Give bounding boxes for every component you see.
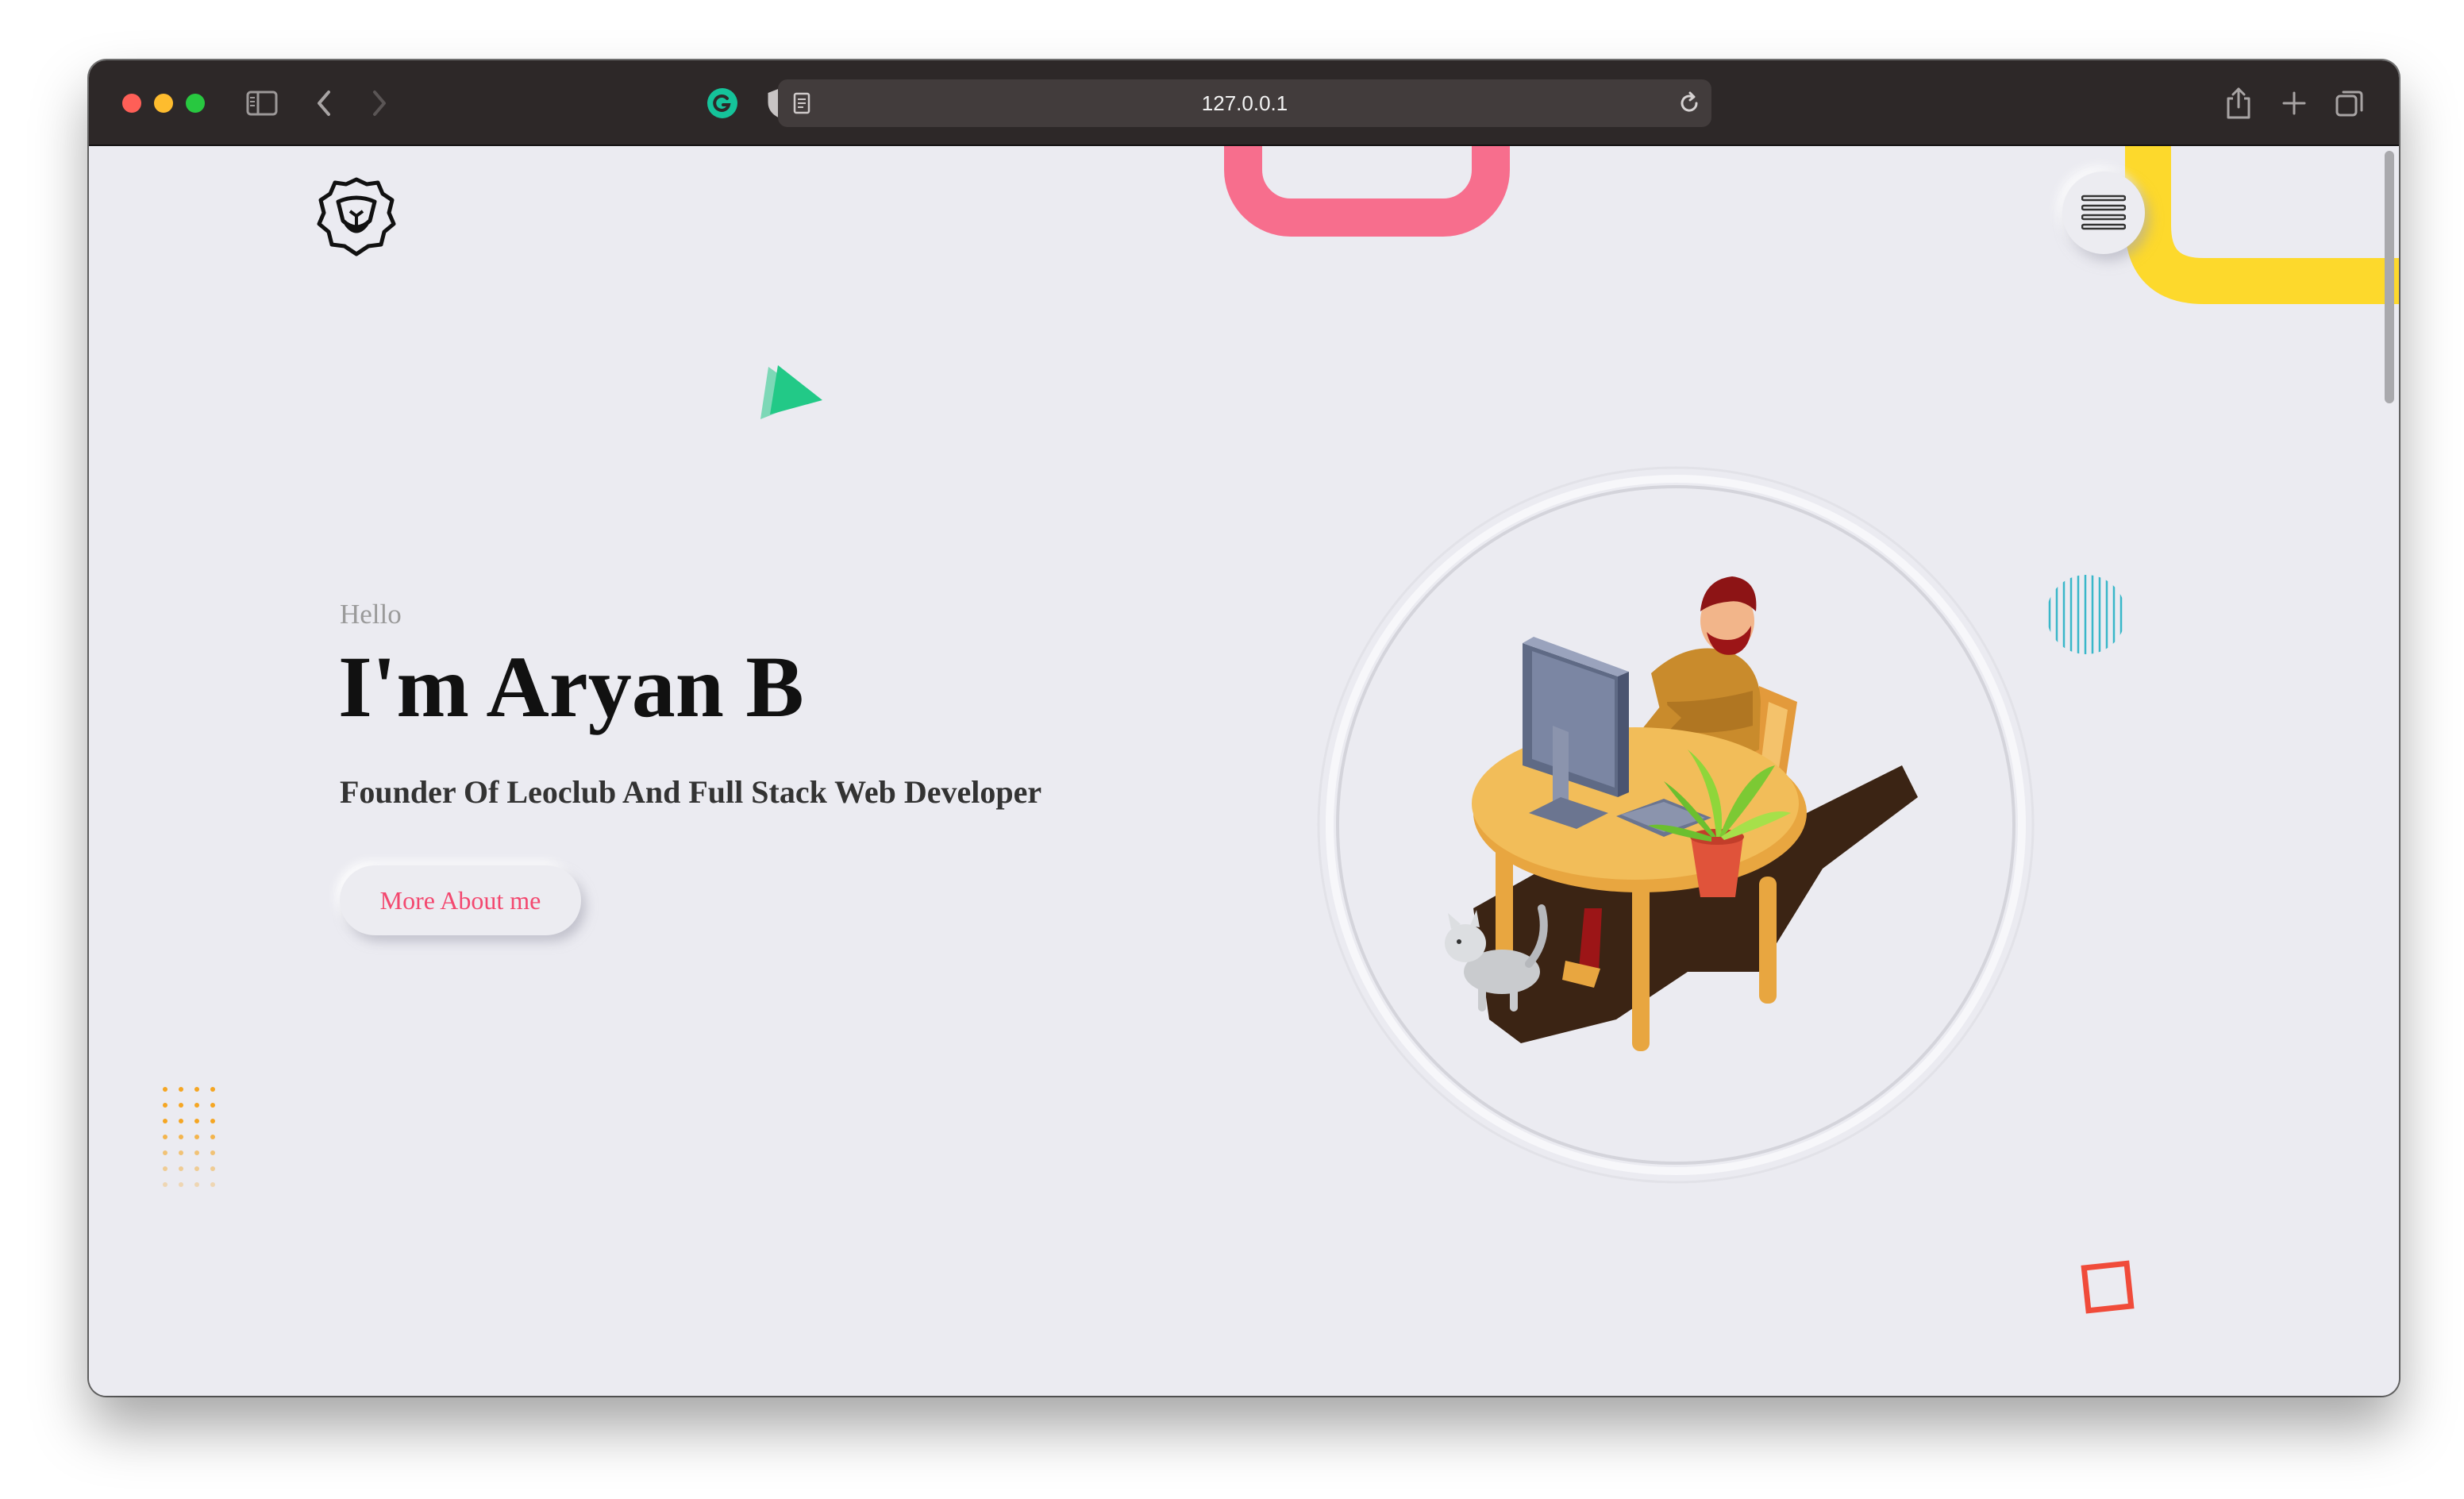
lion-logo-icon[interactable]: [314, 175, 398, 259]
hero-subtitle: Founder Of Leoclub And Full Stack Web De…: [340, 774, 1042, 810]
minimize-window-button[interactable]: [154, 94, 173, 113]
url-text: 127.0.0.1: [1201, 91, 1288, 115]
page-scrollbar[interactable]: [2378, 146, 2399, 1396]
hamburger-menu-icon: [2081, 195, 2126, 230]
close-window-button[interactable]: [122, 94, 141, 113]
page-content: Hello I'm Aryan B Founder Of Leoclub And…: [89, 146, 2399, 1396]
sidebar-toggle-icon[interactable]: [238, 79, 286, 127]
zoom-window-button[interactable]: [186, 94, 205, 113]
green-triangle-shape: [760, 365, 822, 419]
orange-dot-grid-shape: [163, 1087, 215, 1187]
share-icon[interactable]: [2215, 79, 2262, 127]
forward-icon[interactable]: [356, 79, 403, 127]
cyan-striped-circle-shape: [2048, 575, 2123, 654]
red-square-outline-shape: [2081, 1260, 2135, 1314]
more-about-me-button[interactable]: More About me: [340, 865, 581, 935]
tab-overview-icon[interactable]: [2326, 79, 2374, 127]
address-bar[interactable]: 127.0.0.1: [778, 79, 1711, 127]
hamburger-menu-button[interactable]: [2062, 171, 2145, 254]
greeting-text: Hello: [340, 599, 402, 630]
browser-toolbar: 127.0.0.1: [89, 60, 2399, 146]
yellow-corner-shape: [2125, 146, 2399, 304]
browser-window: 127.0.0.1 Hello I'm Aryan B Founder Of L…: [89, 60, 2399, 1396]
reload-icon[interactable]: [1675, 89, 1704, 118]
back-icon[interactable]: [300, 79, 348, 127]
page-scrollbar-thumb[interactable]: [2385, 151, 2394, 403]
pink-rounded-rect-shape: [1224, 146, 1510, 237]
hero-name-heading: I'm Aryan B: [338, 638, 804, 735]
grammarly-icon[interactable]: [699, 79, 746, 127]
hero-illustration: [1315, 464, 2037, 1186]
new-tab-icon[interactable]: [2270, 79, 2318, 127]
